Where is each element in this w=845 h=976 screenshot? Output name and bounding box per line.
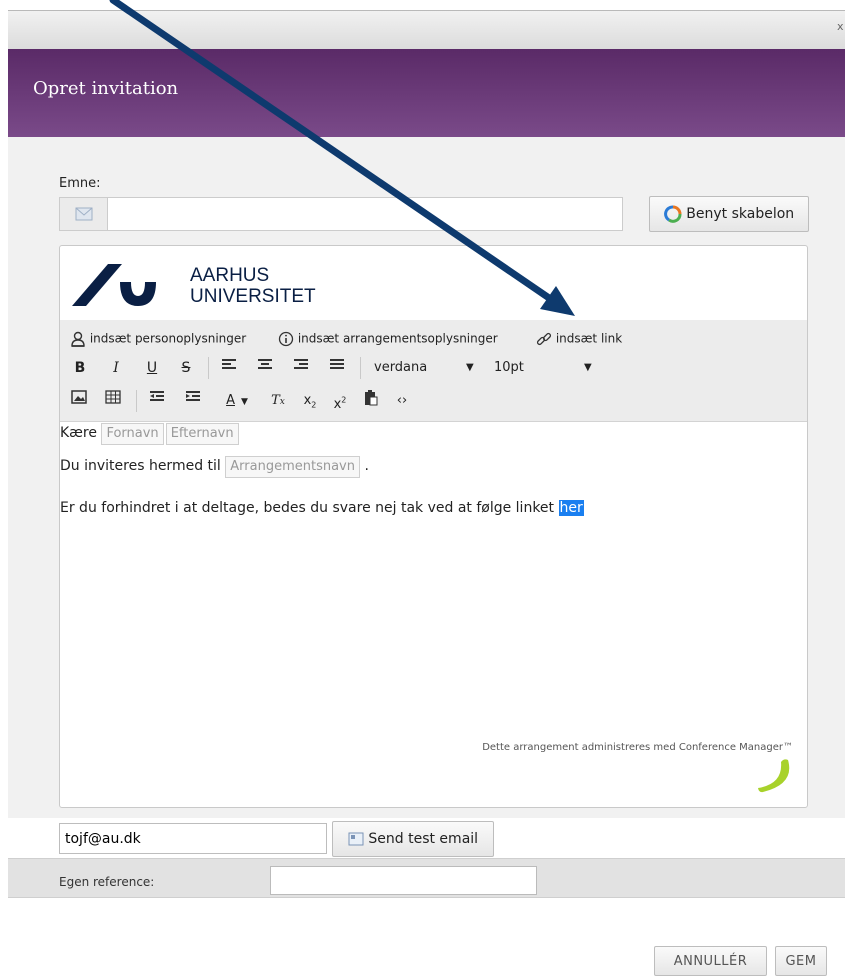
align-center-icon bbox=[258, 359, 272, 369]
insert-event-info-label: indsæt arrangementsoplysninger bbox=[297, 331, 498, 346]
window-top-bar bbox=[8, 10, 845, 49]
toolbar-divider bbox=[360, 357, 361, 379]
align-left-icon bbox=[222, 359, 236, 369]
subject-label: Emne: bbox=[59, 176, 101, 191]
chevron-down-icon: ▼ bbox=[584, 362, 592, 373]
first-name-placeholder[interactable]: Fornavn bbox=[101, 423, 164, 445]
insert-image-button[interactable] bbox=[70, 390, 88, 412]
toolbar-divider bbox=[208, 357, 209, 379]
recycle-icon bbox=[663, 205, 682, 223]
editor-toolbar: indsæt personoplysninger indsæt arrangem… bbox=[60, 320, 807, 422]
invite-line: Du inviteres hermed til Arrangementsnavn… bbox=[60, 456, 369, 478]
rich-text-editor: AARHUS UNIVERSITET indsæt personoplysnin… bbox=[59, 245, 808, 808]
test-email-input[interactable] bbox=[59, 823, 327, 854]
last-name-placeholder[interactable]: Efternavn bbox=[165, 423, 239, 445]
save-button[interactable]: GEM bbox=[775, 946, 827, 976]
image-icon bbox=[71, 390, 87, 404]
table-icon bbox=[105, 390, 121, 404]
justify-button[interactable] bbox=[328, 358, 346, 378]
clear-formatting-button[interactable]: Tx bbox=[268, 390, 288, 412]
decline-link[interactable]: her bbox=[558, 500, 584, 516]
reference-input[interactable] bbox=[270, 866, 537, 895]
event-name-placeholder[interactable]: Arrangementsnavn bbox=[225, 456, 360, 478]
reference-label: Egen reference: bbox=[59, 875, 155, 889]
logo-line-2: UNIVERSITET bbox=[190, 286, 316, 307]
font-size-select[interactable]: 10pt ▼ bbox=[494, 358, 604, 378]
align-center-button[interactable] bbox=[256, 358, 274, 378]
invite-suffix: . bbox=[364, 458, 369, 474]
send-test-email-label: Send test email bbox=[368, 831, 479, 847]
chevron-down-icon: ▼ bbox=[466, 362, 474, 373]
use-template-label: Benyt skabelon bbox=[686, 206, 795, 222]
conference-manager-note: Dette arrangement administreres med Conf… bbox=[482, 742, 793, 753]
subscript-icon: x2 bbox=[303, 393, 317, 410]
italic-button[interactable]: I bbox=[108, 358, 124, 378]
clear-formatting-icon: Tx bbox=[271, 393, 285, 408]
subject-field bbox=[59, 197, 623, 231]
outdent-icon bbox=[150, 391, 164, 401]
insert-link-button[interactable]: indsæt link bbox=[536, 331, 622, 347]
person-icon bbox=[71, 331, 85, 347]
logo-line-1: AARHUS bbox=[190, 265, 270, 286]
source-code-button[interactable]: ‹› bbox=[392, 390, 412, 412]
bold-button[interactable]: B bbox=[72, 358, 88, 378]
insert-person-info-button[interactable]: indsæt personoplysninger bbox=[70, 331, 246, 347]
underline-button[interactable]: U bbox=[144, 358, 160, 378]
toolbar-divider bbox=[136, 390, 137, 412]
superscript-icon: x2 bbox=[333, 396, 347, 413]
align-right-icon bbox=[294, 359, 308, 369]
use-template-button[interactable]: Benyt skabelon bbox=[649, 196, 809, 232]
insert-event-info-button[interactable]: indsæt arrangementsoplysninger bbox=[278, 331, 498, 347]
dialog-title: Opret invitation bbox=[33, 78, 179, 99]
insert-link-label: indsæt link bbox=[555, 331, 623, 346]
indent-icon bbox=[186, 391, 200, 401]
invite-text: Du inviteres hermed til bbox=[60, 458, 221, 474]
greeting-line: Kære Fornavn Efternavn bbox=[60, 423, 239, 445]
text-color-icon: A bbox=[226, 393, 235, 408]
conference-manager-logo bbox=[755, 758, 795, 794]
cancel-button[interactable]: ANNULLÉR bbox=[654, 946, 767, 976]
indent-button[interactable] bbox=[184, 390, 202, 412]
justify-icon bbox=[330, 359, 344, 369]
send-test-email-button[interactable]: Send test email bbox=[332, 821, 494, 857]
paste-button[interactable] bbox=[362, 390, 380, 412]
email-icon bbox=[348, 832, 364, 846]
greeting-text: Kære bbox=[60, 425, 97, 441]
link-icon bbox=[536, 332, 552, 346]
info-icon bbox=[278, 331, 294, 347]
outdent-button[interactable] bbox=[148, 390, 166, 412]
chevron-down-icon: ▼ bbox=[240, 397, 248, 407]
code-icon: ‹› bbox=[396, 393, 408, 408]
subscript-button[interactable]: x2 bbox=[300, 390, 320, 412]
insert-person-info-label: indsæt personoplysninger bbox=[89, 331, 247, 346]
strikethrough-button[interactable]: S bbox=[178, 358, 194, 378]
font-size-value: 10pt bbox=[494, 360, 524, 375]
decline-text: Er du forhindret i at deltage, bedes du … bbox=[60, 500, 555, 516]
aarhus-university-logo: AARHUS UNIVERSITET bbox=[72, 260, 322, 312]
font-family-select[interactable]: verdana ▼ bbox=[374, 358, 492, 378]
font-family-value: verdana bbox=[374, 360, 428, 375]
decline-line: Er du forhindret i at deltage, bedes du … bbox=[60, 500, 584, 516]
close-icon[interactable]: x bbox=[837, 20, 845, 38]
align-right-button[interactable] bbox=[292, 358, 310, 378]
insert-table-button[interactable] bbox=[104, 390, 122, 412]
align-left-button[interactable] bbox=[220, 358, 238, 378]
subject-input[interactable] bbox=[110, 198, 620, 230]
text-color-button[interactable]: A ▼ bbox=[220, 390, 254, 412]
superscript-button[interactable]: x2 bbox=[330, 390, 350, 412]
envelope-icon bbox=[60, 198, 108, 230]
paste-icon bbox=[365, 390, 378, 406]
